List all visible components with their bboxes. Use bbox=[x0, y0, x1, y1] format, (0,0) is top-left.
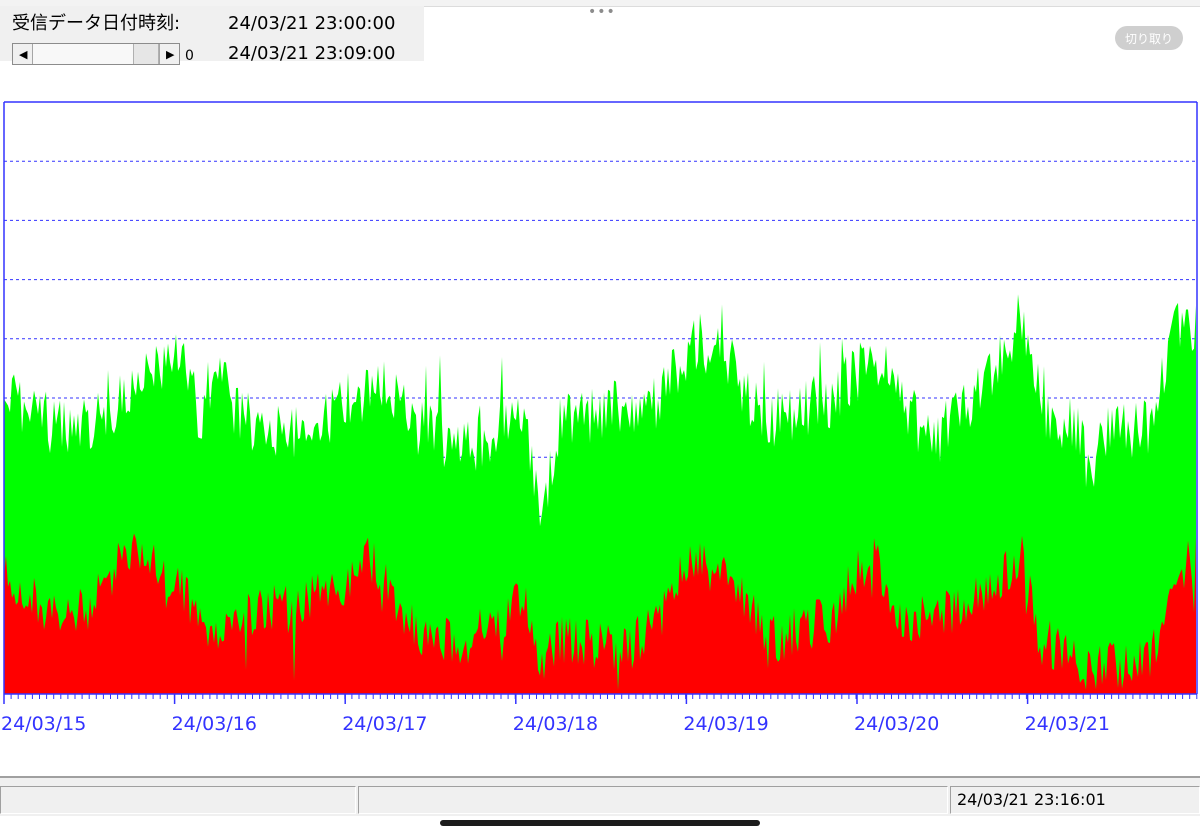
status-timestamp: 24/03/21 23:16:01 bbox=[957, 790, 1106, 809]
scroll-right-arrow-icon[interactable]: ▶ bbox=[159, 44, 179, 64]
status-pane-right: 24/03/21 23:16:01 bbox=[950, 786, 1200, 814]
status-pane-middle bbox=[358, 786, 948, 814]
received-datetime-value-1: 24/03/21 23:00:00 bbox=[228, 13, 396, 34]
top-toolbar: 受信データ日付時刻: 24/03/21 23:00:00 24/03/21 23… bbox=[0, 0, 1200, 70]
x-tick-label: 24/03/21 bbox=[1025, 713, 1110, 735]
x-tick-label: 24/03/17 bbox=[342, 713, 427, 735]
x-tick-label: 24/03/16 bbox=[172, 713, 257, 735]
time-scrollbar[interactable]: ◀ ▶ bbox=[12, 43, 180, 65]
scroll-left-arrow-icon[interactable]: ◀ bbox=[13, 44, 33, 64]
chart-top-margin bbox=[0, 70, 1200, 100]
scroll-position-value: 0 bbox=[185, 48, 194, 64]
status-bar: 24/03/21 23:16:01 bbox=[0, 776, 1200, 816]
home-indicator[interactable] bbox=[440, 820, 760, 826]
x-tick-label: 24/03/20 bbox=[854, 713, 939, 735]
x-tick-label: 24/03/19 bbox=[683, 713, 768, 735]
received-datetime-value-2: 24/03/21 23:09:00 bbox=[228, 43, 396, 64]
x-tick-label: 24/03/15 bbox=[1, 713, 86, 735]
scroll-thumb[interactable] bbox=[133, 44, 159, 64]
crop-button[interactable]: 切り取り bbox=[1115, 26, 1183, 50]
traffic-area-chart: 24/03/15 24/03/16 24/03/17 24/03/18 24/03/19… bbox=[0, 100, 1200, 768]
status-pane-left bbox=[0, 786, 356, 814]
received-info-panel: 受信データ日付時刻: 24/03/21 23:00:00 24/03/21 23… bbox=[0, 6, 424, 65]
received-datetime-label: 受信データ日付時刻: bbox=[12, 13, 181, 34]
more-options-icon[interactable]: ••• bbox=[588, 4, 616, 20]
x-tick-label: 24/03/18 bbox=[513, 713, 598, 735]
